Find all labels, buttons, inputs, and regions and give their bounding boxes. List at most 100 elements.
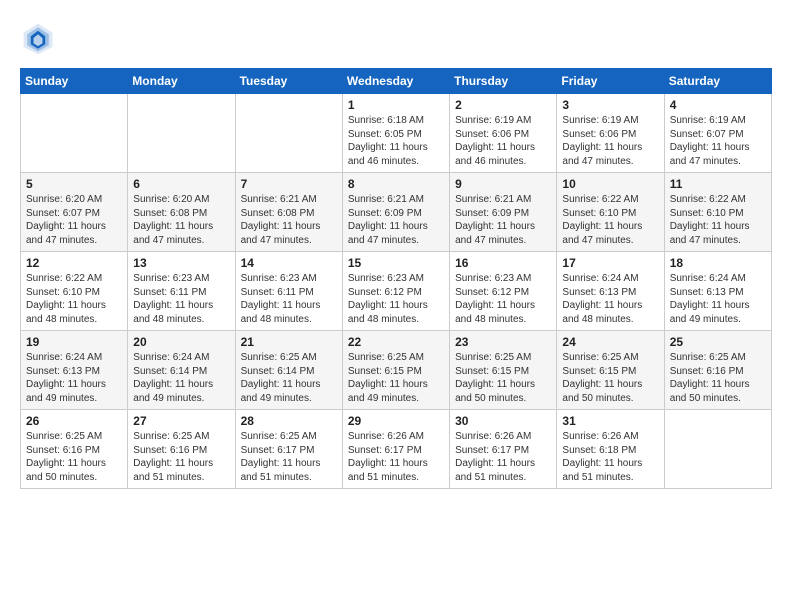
day-info: Sunrise: 6:20 AM Sunset: 6:08 PM Dayligh… <box>133 193 229 247</box>
calendar-cell: 17Sunrise: 6:24 AM Sunset: 6:13 PM Dayli… <box>557 252 664 331</box>
calendar-cell: 31 Sunrise: 6:26 AM Sunset: 6:18 PM Dayli… <box>557 410 664 489</box>
day-info: Sunrise: 6:24 AM Sunset: 6:14 PM Dayligh… <box>133 351 229 405</box>
day-info: Sunrise: 6:25 AM Sunset: 6:14 PM Dayligh… <box>241 351 337 405</box>
day-number: 27 <box>133 414 229 428</box>
calendar-cell: 30 Sunrise: 6:26 AM Sunset: 6:17 PM Dayli… <box>450 410 557 489</box>
weekday-header: Wednesday <box>342 69 449 94</box>
day-number: 10 <box>562 177 658 191</box>
day-info: Sunrise: 6:21 AM Sunset: 6:09 PM Dayligh… <box>455 193 551 247</box>
calendar-cell: 27 Sunrise: 6:25 AM Sunset: 6:16 PM Dayli… <box>128 410 235 489</box>
calendar-cell: 24Sunrise: 6:25 AM Sunset: 6:15 PM Dayli… <box>557 331 664 410</box>
calendar-cell <box>235 94 342 173</box>
day-info: Sunrise: 6:26 AM Sunset: 6:18 PM Dayligh… <box>562 430 658 484</box>
day-number: 25 <box>670 335 766 349</box>
day-info: Sunrise: 6:20 AM Sunset: 6:07 PM Dayligh… <box>26 193 122 247</box>
day-info: Sunrise: 6:26 AM Sunset: 6:17 PM Dayligh… <box>348 430 444 484</box>
calendar-week-row: 12 Sunrise: 6:22 AM Sunset: 6:10 PM Dayli… <box>21 252 772 331</box>
calendar-week-row: 5 Sunrise: 6:20 AM Sunset: 6:07 PM Daylig… <box>21 173 772 252</box>
calendar-cell: 8 Sunrise: 6:21 AM Sunset: 6:09 PM Daylig… <box>342 173 449 252</box>
day-info: Sunrise: 6:23 AM Sunset: 6:12 PM Dayligh… <box>455 272 551 326</box>
day-number: 29 <box>348 414 444 428</box>
day-number: 18 <box>670 256 766 270</box>
day-number: 19 <box>26 335 122 349</box>
logo <box>20 20 62 56</box>
day-info: Sunrise: 6:19 AM Sunset: 6:06 PM Dayligh… <box>455 114 551 168</box>
calendar-cell: 11 Sunrise: 6:22 AM Sunset: 6:10 PM Dayli… <box>664 173 771 252</box>
calendar-cell: 19Sunrise: 6:24 AM Sunset: 6:13 PM Dayli… <box>21 331 128 410</box>
day-number: 5 <box>26 177 122 191</box>
day-number: 1 <box>348 98 444 112</box>
calendar-cell: 28 Sunrise: 6:25 AM Sunset: 6:17 PM Dayli… <box>235 410 342 489</box>
calendar-week-row: 26 Sunrise: 6:25 AM Sunset: 6:16 PM Dayli… <box>21 410 772 489</box>
day-number: 7 <box>241 177 337 191</box>
day-info: Sunrise: 6:21 AM Sunset: 6:09 PM Dayligh… <box>348 193 444 247</box>
day-info: Sunrise: 6:25 AM Sunset: 6:17 PM Dayligh… <box>241 430 337 484</box>
calendar-cell <box>21 94 128 173</box>
day-info: Sunrise: 6:22 AM Sunset: 6:10 PM Dayligh… <box>670 193 766 247</box>
calendar-cell: 4Sunrise: 6:19 AM Sunset: 6:07 PM Daylig… <box>664 94 771 173</box>
logo-icon <box>20 20 56 56</box>
calendar-cell: 15Sunrise: 6:23 AM Sunset: 6:12 PM Dayli… <box>342 252 449 331</box>
day-number: 31 <box>562 414 658 428</box>
calendar-week-row: 1 Sunrise: 6:18 AM Sunset: 6:05 PM Daylig… <box>21 94 772 173</box>
calendar-cell: 21 Sunrise: 6:25 AM Sunset: 6:14 PM Dayli… <box>235 331 342 410</box>
calendar-cell: 16Sunrise: 6:23 AM Sunset: 6:12 PM Dayli… <box>450 252 557 331</box>
calendar-cell: 2 Sunrise: 6:19 AM Sunset: 6:06 PM Daylig… <box>450 94 557 173</box>
day-info: Sunrise: 6:25 AM Sunset: 6:15 PM Dayligh… <box>455 351 551 405</box>
day-info: Sunrise: 6:25 AM Sunset: 6:16 PM Dayligh… <box>133 430 229 484</box>
calendar-cell <box>128 94 235 173</box>
day-info: Sunrise: 6:23 AM Sunset: 6:11 PM Dayligh… <box>241 272 337 326</box>
calendar-table: SundayMondayTuesdayWednesdayThursdayFrid… <box>20 68 772 489</box>
day-number: 30 <box>455 414 551 428</box>
header <box>20 20 772 56</box>
day-number: 4 <box>670 98 766 112</box>
day-info: Sunrise: 6:19 AM Sunset: 6:06 PM Dayligh… <box>562 114 658 168</box>
day-number: 6 <box>133 177 229 191</box>
day-info: Sunrise: 6:25 AM Sunset: 6:16 PM Dayligh… <box>26 430 122 484</box>
day-number: 9 <box>455 177 551 191</box>
calendar-cell: 23Sunrise: 6:25 AM Sunset: 6:15 PM Dayli… <box>450 331 557 410</box>
day-number: 22 <box>348 335 444 349</box>
weekday-header: Friday <box>557 69 664 94</box>
day-number: 21 <box>241 335 337 349</box>
calendar-cell: 25 Sunrise: 6:25 AM Sunset: 6:16 PM Dayli… <box>664 331 771 410</box>
weekday-header: Thursday <box>450 69 557 94</box>
day-info: Sunrise: 6:24 AM Sunset: 6:13 PM Dayligh… <box>670 272 766 326</box>
day-number: 11 <box>670 177 766 191</box>
calendar-cell: 12 Sunrise: 6:22 AM Sunset: 6:10 PM Dayli… <box>21 252 128 331</box>
weekday-header: Tuesday <box>235 69 342 94</box>
page: SundayMondayTuesdayWednesdayThursdayFrid… <box>0 0 792 612</box>
weekday-header-row: SundayMondayTuesdayWednesdayThursdayFrid… <box>21 69 772 94</box>
day-info: Sunrise: 6:18 AM Sunset: 6:05 PM Dayligh… <box>348 114 444 168</box>
calendar-cell <box>664 410 771 489</box>
calendar-cell: 26 Sunrise: 6:25 AM Sunset: 6:16 PM Dayli… <box>21 410 128 489</box>
day-number: 28 <box>241 414 337 428</box>
calendar-cell: 5 Sunrise: 6:20 AM Sunset: 6:07 PM Daylig… <box>21 173 128 252</box>
weekday-header: Sunday <box>21 69 128 94</box>
calendar-cell: 22Sunrise: 6:25 AM Sunset: 6:15 PM Dayli… <box>342 331 449 410</box>
day-number: 20 <box>133 335 229 349</box>
weekday-header: Monday <box>128 69 235 94</box>
calendar-cell: 6 Sunrise: 6:20 AM Sunset: 6:08 PM Daylig… <box>128 173 235 252</box>
calendar-cell: 1 Sunrise: 6:18 AM Sunset: 6:05 PM Daylig… <box>342 94 449 173</box>
day-number: 2 <box>455 98 551 112</box>
day-info: Sunrise: 6:26 AM Sunset: 6:17 PM Dayligh… <box>455 430 551 484</box>
day-info: Sunrise: 6:22 AM Sunset: 6:10 PM Dayligh… <box>26 272 122 326</box>
day-number: 26 <box>26 414 122 428</box>
calendar-cell: 14 Sunrise: 6:23 AM Sunset: 6:11 PM Dayli… <box>235 252 342 331</box>
day-number: 3 <box>562 98 658 112</box>
calendar-week-row: 19Sunrise: 6:24 AM Sunset: 6:13 PM Dayli… <box>21 331 772 410</box>
day-number: 17 <box>562 256 658 270</box>
calendar-cell: 29 Sunrise: 6:26 AM Sunset: 6:17 PM Dayli… <box>342 410 449 489</box>
day-number: 8 <box>348 177 444 191</box>
calendar-cell: 18 Sunrise: 6:24 AM Sunset: 6:13 PM Dayli… <box>664 252 771 331</box>
day-info: Sunrise: 6:25 AM Sunset: 6:16 PM Dayligh… <box>670 351 766 405</box>
day-number: 14 <box>241 256 337 270</box>
calendar-cell: 9 Sunrise: 6:21 AM Sunset: 6:09 PM Daylig… <box>450 173 557 252</box>
calendar-cell: 20 Sunrise: 6:24 AM Sunset: 6:14 PM Dayli… <box>128 331 235 410</box>
day-number: 12 <box>26 256 122 270</box>
day-info: Sunrise: 6:21 AM Sunset: 6:08 PM Dayligh… <box>241 193 337 247</box>
day-number: 15 <box>348 256 444 270</box>
day-info: Sunrise: 6:22 AM Sunset: 6:10 PM Dayligh… <box>562 193 658 247</box>
calendar-cell: 3 Sunrise: 6:19 AM Sunset: 6:06 PM Daylig… <box>557 94 664 173</box>
